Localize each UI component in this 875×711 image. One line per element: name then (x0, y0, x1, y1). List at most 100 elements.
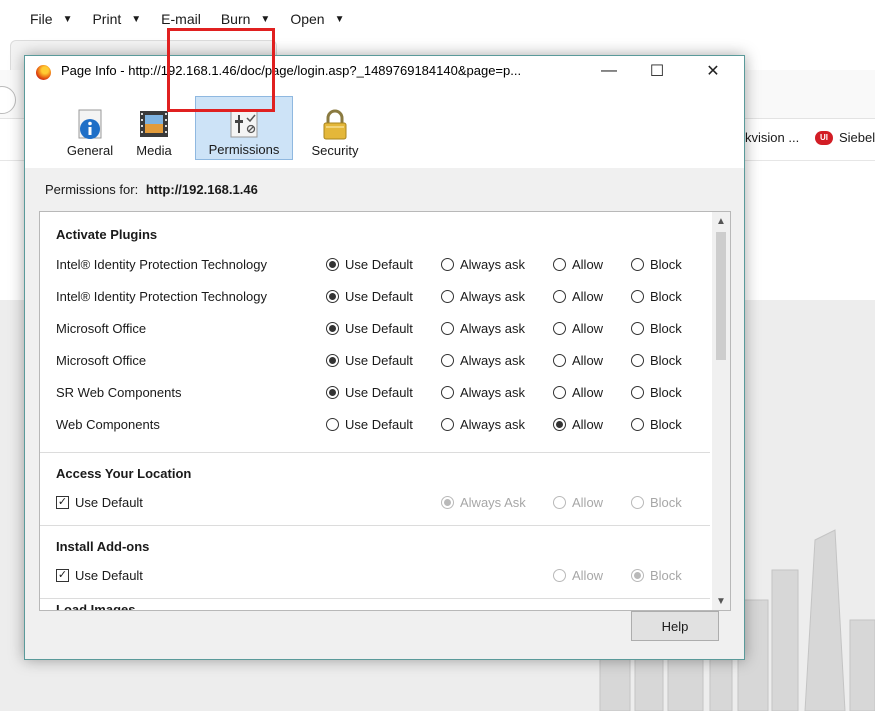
radio-use-default[interactable]: Use Default (326, 353, 413, 368)
radio-button[interactable] (326, 354, 339, 367)
radio-use-default[interactable]: Use Default (326, 289, 413, 304)
section-access-location: Access Your Location ✓ Use Default Always… (40, 453, 710, 526)
section-title: Activate Plugins (56, 227, 158, 242)
radio-always-ask[interactable]: Always ask (441, 289, 525, 304)
radio-use-default[interactable]: Use Default (326, 257, 413, 272)
radio-button (631, 496, 644, 509)
radio-button[interactable] (441, 386, 454, 399)
radio-allow[interactable]: Allow (553, 353, 603, 368)
radio-allow[interactable]: Allow (553, 385, 603, 400)
radio-always-ask[interactable]: Always ask (441, 385, 525, 400)
scrollbar-thumb[interactable] (716, 232, 726, 360)
dialog-titlebar[interactable]: Page Info - http://192.168.1.46/doc/page… (25, 56, 744, 86)
checkbox-use-default[interactable]: ✓ Use Default (56, 495, 143, 510)
radio-always-ask[interactable]: Always ask (441, 257, 525, 272)
tab-security[interactable]: Security (305, 96, 365, 160)
radio-button[interactable] (326, 290, 339, 303)
radio-label: Always Ask (460, 495, 526, 510)
radio-button[interactable] (326, 418, 339, 431)
radio-label: Use Default (345, 257, 413, 272)
radio-use-default[interactable]: Use Default (326, 385, 413, 400)
radio-block[interactable]: Block (631, 353, 682, 368)
radio-label: Block (650, 568, 682, 583)
radio-label: Block (650, 417, 682, 432)
radio-button[interactable] (631, 386, 644, 399)
tab-general[interactable]: General (55, 96, 125, 160)
padlock-icon (323, 109, 347, 140)
bookmark-hikvision[interactable]: kvision ... (745, 130, 799, 145)
scroll-up-icon[interactable]: ▲ (712, 212, 730, 230)
plugin-row: Intel® Identity Protection Technology Us… (56, 255, 706, 275)
radio-button[interactable] (441, 258, 454, 271)
radio-label: Always ask (460, 257, 526, 272)
radio-button[interactable] (553, 418, 566, 431)
radio-always-ask[interactable]: Always ask (441, 353, 525, 368)
menu-open[interactable]: Open ▼ (290, 11, 344, 27)
tab-media-label: Media (136, 143, 172, 158)
radio-button[interactable] (553, 258, 566, 271)
tab-security-label: Security (311, 143, 359, 158)
bookmark-label: kvision ... (745, 130, 800, 145)
radio-button[interactable] (553, 322, 566, 335)
radio-allow[interactable]: Allow (553, 417, 603, 432)
menu-print[interactable]: Print ▼ (92, 11, 141, 27)
close-button[interactable]: ✕ (690, 56, 736, 86)
radio-button[interactable] (441, 418, 454, 431)
radio-block[interactable]: Block (631, 321, 682, 336)
radio-block[interactable]: Block (631, 289, 682, 304)
radio-button[interactable] (631, 322, 644, 335)
menu-burn[interactable]: Burn ▼ (221, 11, 270, 27)
radio-always-ask[interactable]: Always ask (441, 417, 525, 432)
radio-button[interactable] (326, 322, 339, 335)
radio-label: Allow (572, 353, 604, 368)
addons-row: ✓ Use Default Allow Block (56, 566, 706, 586)
radio-label: Block (650, 495, 682, 510)
plugin-row: Microsoft Office Use Default Always ask … (56, 319, 706, 339)
permissions-for-label: Permissions for: (45, 182, 139, 197)
menu-file[interactable]: File ▼ (30, 11, 72, 27)
radio-button[interactable] (441, 354, 454, 367)
radio-button[interactable] (631, 418, 644, 431)
radio-allow[interactable]: Allow (553, 321, 603, 336)
maximize-button[interactable]: ☐ (634, 56, 680, 86)
radio-label: Block (650, 353, 682, 368)
radio-use-default[interactable]: Use Default (326, 321, 413, 336)
section-title: Access Your Location (56, 466, 192, 481)
radio-button[interactable] (553, 354, 566, 367)
radio-always-ask[interactable]: Always ask (441, 321, 525, 336)
radio-button[interactable] (631, 354, 644, 367)
red-highlight-annotation (167, 28, 275, 112)
bookmark-siebel[interactable]: UI Siebel (815, 130, 875, 145)
section-title: Install Add-ons (56, 539, 150, 554)
radio-button[interactable] (553, 290, 566, 303)
radio-always-ask: Always Ask (441, 495, 526, 510)
menu-email[interactable]: E-mail (161, 11, 201, 27)
checkmark-icon[interactable]: ✓ (56, 569, 69, 582)
radio-allow[interactable]: Allow (553, 289, 603, 304)
radio-use-default[interactable]: Use Default (326, 417, 413, 432)
radio-button[interactable] (553, 386, 566, 399)
radio-label: Use Default (345, 321, 413, 336)
checkbox-use-default[interactable]: ✓ Use Default (56, 568, 143, 583)
minimize-button[interactable]: — (586, 56, 632, 86)
radio-allow[interactable]: Allow (553, 257, 603, 272)
radio-button[interactable] (441, 322, 454, 335)
permissions-list: Activate Plugins Intel® Identity Protect… (39, 211, 731, 611)
radio-button[interactable] (326, 386, 339, 399)
scroll-down-icon[interactable]: ▼ (712, 592, 730, 610)
section-title-partial: Load Images (56, 602, 136, 611)
firefox-icon (36, 65, 51, 80)
radio-block[interactable]: Block (631, 385, 682, 400)
checkbox-label: Use Default (75, 495, 143, 510)
radio-button[interactable] (326, 258, 339, 271)
radio-button[interactable] (631, 258, 644, 271)
radio-block[interactable]: Block (631, 417, 682, 432)
radio-block[interactable]: Block (631, 257, 682, 272)
radio-label: Allow (572, 568, 604, 583)
radio-button[interactable] (441, 290, 454, 303)
help-button[interactable]: Help (631, 611, 719, 641)
radio-button[interactable] (631, 290, 644, 303)
vertical-scrollbar[interactable]: ▲ ▼ (712, 212, 730, 610)
checkmark-icon[interactable]: ✓ (56, 496, 69, 509)
radio-allow: Allow (553, 568, 603, 583)
